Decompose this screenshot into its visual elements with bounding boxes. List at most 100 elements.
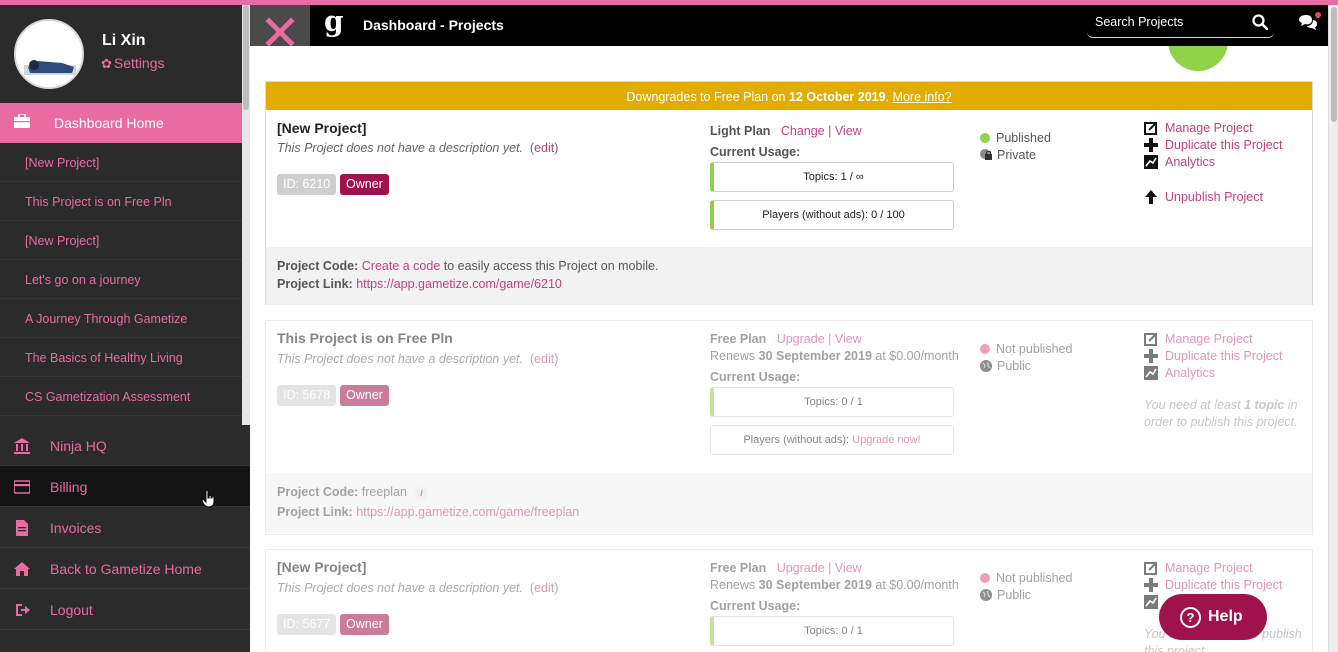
status-text: Not published <box>996 571 1073 585</box>
bank-icon <box>14 438 30 454</box>
plan-links[interactable]: Upgrade | View <box>777 561 862 575</box>
visibility-status: Public <box>980 359 1031 373</box>
nav-label: Back to Gametize Home <box>50 561 202 577</box>
profile: Li Xin ✿ Settings <box>0 5 242 103</box>
plan-links[interactable]: Change | View <box>781 124 862 138</box>
project-link-url[interactable]: https://app.gametize.com/game/6210 <box>356 277 562 291</box>
renewal-info: Renews 30 September 2019 at $0.00/month <box>710 349 959 363</box>
status-dot <box>980 133 990 143</box>
plan-name: Free Plan <box>710 332 767 346</box>
status-text: Published <box>996 131 1051 145</box>
edit-icon <box>1144 122 1157 135</box>
visibility-status: Public <box>980 588 1031 602</box>
nav-label: Invoices <box>50 520 102 536</box>
sidebar-item-ninja-hq[interactable]: Ninja HQ <box>0 425 250 466</box>
project-code-area: Project Code: Create a code to easily ac… <box>266 247 1312 305</box>
sidebar-item-dashboard-home[interactable]: Dashboard Home <box>0 103 242 143</box>
visibility-text: Private <box>997 148 1036 162</box>
avatar[interactable] <box>14 19 84 89</box>
sidebar-scroll-thumb[interactable] <box>243 5 249 110</box>
id-badge: ID: 6210 <box>277 174 337 195</box>
chart-icon <box>1144 366 1158 380</box>
gametize-logo[interactable]: g <box>324 7 344 37</box>
plus-icon <box>1144 138 1158 152</box>
usage-label: Current Usage: <box>710 599 801 613</box>
page-scrollbar[interactable] <box>1328 5 1338 652</box>
banner-date: 12 October 2019 <box>788 90 886 104</box>
plus-icon <box>1144 578 1158 592</box>
plan-links[interactable]: Upgrade | View <box>777 332 862 346</box>
sidebar-project-item[interactable]: CS Gametization Assessment <box>0 377 242 416</box>
sidebar-item-back-home[interactable]: Back to Gametize Home <box>0 548 250 589</box>
renews-date: 30 September 2019 <box>758 578 872 592</box>
document-icon <box>14 520 30 536</box>
edit-link[interactable]: edit <box>534 141 554 155</box>
edit-link[interactable]: edit <box>534 352 554 366</box>
help-label: Help <box>1208 608 1243 625</box>
help-button[interactable]: ? Help <box>1159 594 1267 640</box>
players-usage: Players (without ads): 0 / 100 <box>710 200 954 230</box>
chart-icon <box>1144 595 1158 609</box>
info-icon[interactable]: i <box>414 487 428 500</box>
sidebar-project-item[interactable]: [New Project] <box>0 221 242 260</box>
topics-usage: Topics: 0 / 1 <box>710 616 954 646</box>
project-title[interactable]: This Project is on Free Pln <box>277 330 453 346</box>
upgrade-now-link[interactable]: Upgrade now! <box>852 434 921 446</box>
renewal-info: Renews 30 September 2019 at $0.00/month <box>710 578 959 592</box>
publish-status: Not published <box>980 342 1072 356</box>
project-card: Downgrades to Free Plan on 12 October 20… <box>265 81 1313 305</box>
code-label: Project Code: <box>277 485 359 499</box>
plan-name: Free Plan <box>710 561 767 575</box>
logout-icon <box>14 602 30 618</box>
sidebar-project-item[interactable]: [New Project] <box>0 143 242 182</box>
renews-date: 30 September 2019 <box>758 349 872 363</box>
project-code-area: Project Code: freeplan i Project Link: ht… <box>266 473 1312 533</box>
edit-icon <box>1144 562 1157 575</box>
code-suffix: to easily access this Project on mobile. <box>440 259 659 273</box>
project-description: This Project does not have a description… <box>277 352 559 366</box>
edit-link[interactable]: edit <box>534 581 554 595</box>
sidebar-item-logout[interactable]: Logout <box>0 589 250 630</box>
sidebar-project-item[interactable]: The Basics of Healthy Living <box>0 338 242 377</box>
status-text: Not published <box>996 342 1073 356</box>
id-badge: ID: 5677 <box>277 614 337 635</box>
main-content: Downgrades to Free Plan on 12 October 20… <box>250 46 1328 652</box>
sidebar-project-list: [New Project] This Project is on Free Pl… <box>0 143 242 416</box>
sidebar-project-item[interactable]: A Journey Through Gametize <box>0 299 242 338</box>
code-label: Project Code: <box>277 259 359 273</box>
nav-label: Ninja HQ <box>50 438 107 454</box>
topics-usage: Topics: 1 / ∞ <box>710 162 954 192</box>
sidebar-scrollbar[interactable] <box>242 5 250 425</box>
players-text: Players (without ads): <box>743 434 853 446</box>
edit-icon <box>1144 333 1157 346</box>
lock-icon <box>980 149 992 160</box>
more-info-link[interactable]: More info? <box>893 90 952 104</box>
project-title[interactable]: [New Project] <box>277 120 366 136</box>
search-icon[interactable] <box>1252 14 1269 33</box>
page-scroll-thumb[interactable] <box>1331 7 1337 122</box>
sidebar-project-item[interactable]: Let's go on a journey <box>0 260 242 299</box>
add-project-button[interactable] <box>1168 46 1228 71</box>
usage-label: Current Usage: <box>710 370 801 384</box>
create-code-link[interactable]: Create a code <box>362 259 441 273</box>
settings-link[interactable]: ✿ Settings <box>101 55 165 72</box>
owner-badge: Owner <box>340 385 389 406</box>
description-text: This Project does not have a description… <box>277 581 523 595</box>
project-link-url[interactable]: https://app.gametize.com/game/freeplan <box>356 505 579 519</box>
renews-suffix: at $0.00/month <box>871 578 959 592</box>
arrow-up-icon <box>1145 190 1157 204</box>
sidebar-project-item[interactable]: This Project is on Free Pln <box>0 182 242 221</box>
home-icon <box>14 561 30 577</box>
visibility-text: Public <box>997 359 1032 373</box>
project-title[interactable]: [New Project] <box>277 559 366 575</box>
project-description: This Project does not have a description… <box>277 141 559 155</box>
id-badge: ID: 5678 <box>277 385 337 406</box>
plan-info: Free Plan Upgrade | View <box>710 332 862 346</box>
project-code-line: Project Code: freeplan i <box>277 485 428 500</box>
visibility-status: Private <box>980 148 1036 162</box>
renews-suffix: at $0.00/month <box>871 349 959 363</box>
sidebar-item-invoices[interactable]: Invoices <box>0 507 250 548</box>
topics-usage: Topics: 0 / 1 <box>710 387 954 417</box>
search-input[interactable] <box>1095 15 1255 29</box>
plus-icon <box>1144 349 1158 363</box>
